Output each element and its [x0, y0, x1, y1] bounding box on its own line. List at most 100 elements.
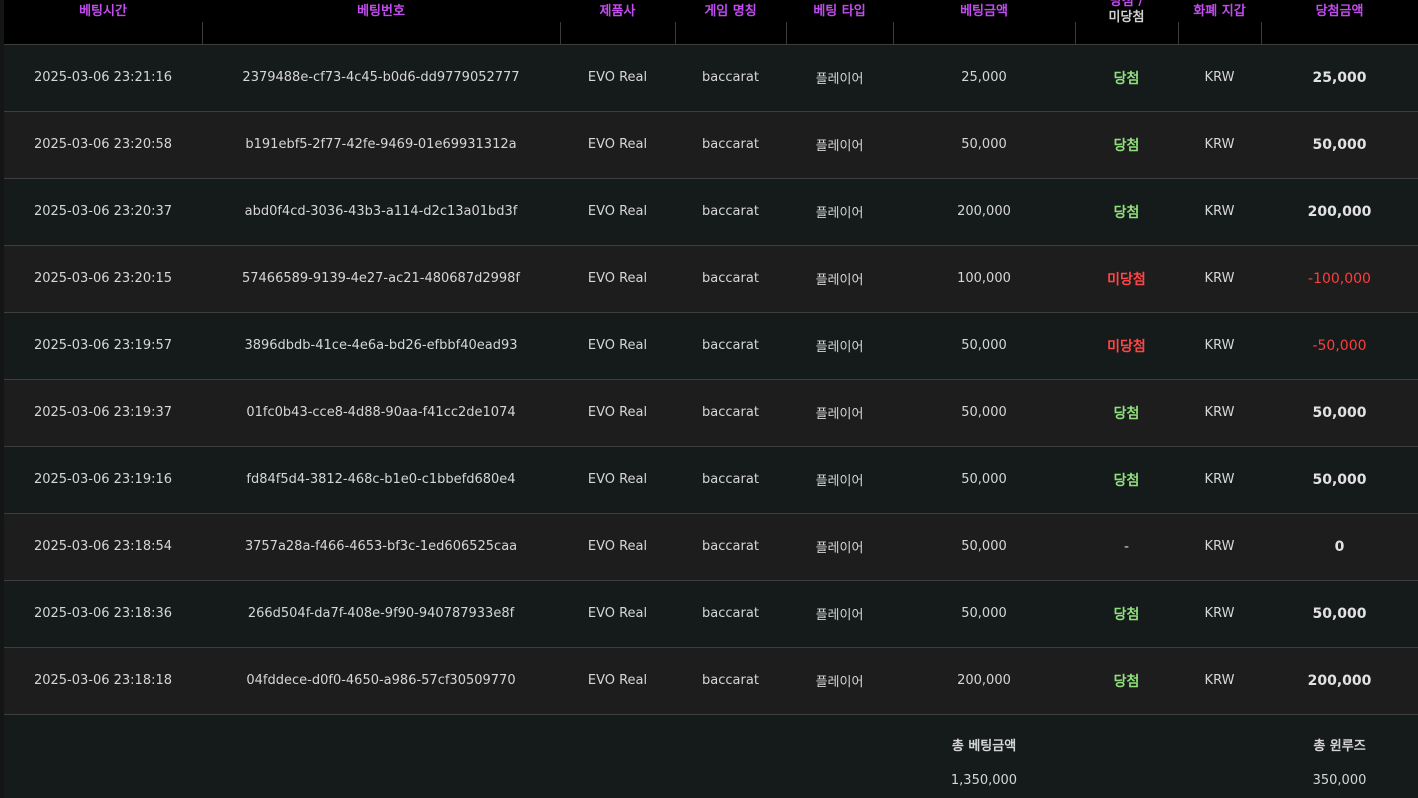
table-row[interactable]: 2025-03-06 23:20:15 57466589-9139-4e27-ac…: [4, 245, 1418, 312]
bet-id-cell: 2379488e-cf73-4c45-b0d6-dd9779052777: [242, 70, 520, 85]
result-cell: 당첨: [1113, 204, 1140, 221]
game-name-cell: baccarat: [702, 472, 759, 487]
table-row[interactable]: 2025-03-06 23:18:36 266d504f-da7f-408e-9f…: [4, 580, 1418, 647]
currency-cell: KRW: [1204, 204, 1235, 219]
table-row[interactable]: 2025-03-06 23:19:37 01fc0b43-cce8-4d88-90…: [4, 379, 1418, 446]
currency-cell: KRW: [1204, 673, 1235, 689]
bet-id-cell: 01fc0b43-cce8-4d88-90aa-f41cc2de1074: [246, 405, 516, 420]
currency-cell: KRW: [1204, 70, 1235, 85]
total-bet-label: 총 베팅금액: [951, 739, 1017, 754]
bet-amount-cell: 200,000: [957, 673, 1011, 689]
bet-time-cell: 2025-03-06 23:19:37: [33, 405, 173, 420]
result-cell: 당첨: [1113, 70, 1140, 87]
currency-cell: KRW: [1204, 472, 1235, 487]
currency-cell: KRW: [1204, 271, 1235, 286]
result-cell: 당첨: [1113, 137, 1140, 154]
header-bet-amount[interactable]: 베팅금액: [893, 0, 1075, 44]
total-bet-value: 1,350,000: [950, 773, 1018, 788]
table-row[interactable]: 2025-03-06 23:20:37 abd0f4cd-3036-43b3-a1…: [4, 178, 1418, 245]
bet-type-cell: 플레이어: [815, 407, 864, 422]
bet-type-cell: 플레이어: [815, 608, 864, 623]
provider-cell: EVO Real: [587, 204, 648, 219]
currency-cell: KRW: [1204, 606, 1235, 621]
provider-cell: EVO Real: [587, 673, 648, 689]
win-amount-cell: 50,000: [1312, 404, 1367, 421]
bet-type-cell: 플레이어: [815, 273, 864, 288]
provider-cell: EVO Real: [587, 271, 648, 286]
table-row[interactable]: 2025-03-06 23:19:16 fd84f5d4-3812-468c-b1…: [4, 446, 1418, 513]
provider-cell: EVO Real: [587, 539, 648, 554]
bet-id-cell: 04fddece-d0f0-4650-a986-57cf30509770: [246, 673, 516, 689]
header-game-name[interactable]: 게임 명칭: [675, 0, 786, 44]
win-amount-cell: 50,000: [1312, 471, 1367, 488]
provider-cell: EVO Real: [587, 472, 648, 487]
bet-type-cell: 플레이어: [815, 72, 864, 87]
game-name-cell: baccarat: [702, 539, 759, 554]
header-currency-wallet[interactable]: 화폐 지갑: [1178, 0, 1261, 44]
header-bet-id[interactable]: 베팅번호: [202, 0, 560, 44]
bet-id-cell: fd84f5d4-3812-468c-b1e0-c1bbefd680e4: [246, 472, 516, 487]
result-cell: -: [1123, 538, 1130, 555]
bet-time-cell: 2025-03-06 23:19:16: [33, 472, 173, 487]
game-name-cell: baccarat: [702, 70, 759, 85]
bet-type-cell: 플레이어: [815, 474, 864, 489]
bet-id-cell: b191ebf5-2f77-42fe-9469-01e69931312a: [245, 137, 517, 152]
bet-amount-cell: 200,000: [957, 204, 1011, 219]
bet-time-cell: 2025-03-06 23:20:58: [33, 137, 173, 152]
table-body: 2025-03-06 23:21:16 2379488e-cf73-4c45-b0…: [4, 44, 1418, 714]
bet-id-cell: abd0f4cd-3036-43b3-a114-d2c13a01bd3f: [244, 204, 518, 219]
currency-cell: KRW: [1204, 137, 1235, 152]
bet-time-cell: 2025-03-06 23:18:36: [33, 606, 173, 621]
bet-type-cell: 플레이어: [815, 139, 864, 154]
bet-amount-cell: 50,000: [961, 606, 1007, 621]
bet-id-cell: 57466589-9139-4e27-ac21-480687d2998f: [241, 271, 521, 286]
bet-type-cell: 플레이어: [815, 206, 864, 221]
header-provider[interactable]: 제품사: [560, 0, 675, 44]
bet-time-cell: 2025-03-06 23:21:16: [33, 70, 173, 85]
provider-cell: EVO Real: [587, 137, 648, 152]
result-cell: 미당첨: [1107, 271, 1146, 288]
bet-time-cell: 2025-03-06 23:19:57: [33, 338, 173, 353]
header-bet-type[interactable]: 베팅 타입: [786, 0, 893, 44]
win-amount-cell: 50,000: [1312, 605, 1367, 622]
table-footer-totals: 총 베팅금액 1,350,000 총 윈루즈 350,000: [4, 714, 1418, 798]
bet-id-cell: 3757a28a-f466-4653-bf3c-1ed606525caa: [244, 539, 518, 554]
table-row[interactable]: 2025-03-06 23:18:54 3757a28a-f466-4653-bf…: [4, 513, 1418, 580]
table-row[interactable]: 2025-03-06 23:18:18 04fddece-d0f0-4650-a9…: [4, 647, 1418, 714]
result-cell: 당첨: [1113, 472, 1140, 489]
header-win-amount[interactable]: 당첨금액: [1261, 0, 1418, 44]
win-amount-cell: 50,000: [1312, 136, 1367, 153]
bet-time-cell: 2025-03-06 23:20:15: [33, 271, 173, 286]
bet-amount-cell: 50,000: [961, 472, 1007, 487]
table-row[interactable]: 2025-03-06 23:21:16 2379488e-cf73-4c45-b0…: [4, 44, 1418, 111]
win-amount-cell: 200,000: [1307, 203, 1372, 220]
provider-cell: EVO Real: [587, 606, 648, 621]
bet-amount-cell: 50,000: [961, 405, 1007, 420]
game-name-cell: baccarat: [702, 405, 759, 420]
bet-type-cell: 플레이어: [815, 541, 864, 556]
bet-id-cell: 3896dbdb-41ce-4e6a-bd26-efbbf40ead93: [244, 338, 518, 353]
provider-cell: EVO Real: [587, 70, 648, 85]
game-name-cell: baccarat: [702, 606, 759, 621]
header-result[interactable]: 당첨 / 미당첨: [1075, 0, 1178, 44]
game-name-cell: baccarat: [702, 271, 759, 286]
total-winloss-label: 총 윈루즈: [1313, 739, 1366, 754]
provider-cell: EVO Real: [587, 338, 648, 353]
bet-amount-cell: 25,000: [961, 70, 1007, 85]
bet-id-cell: 266d504f-da7f-408e-9f90-940787933e8f: [247, 606, 515, 621]
currency-cell: KRW: [1204, 539, 1235, 554]
header-bet-time[interactable]: 베팅시간: [4, 0, 202, 44]
game-name-cell: baccarat: [702, 338, 759, 353]
table-row[interactable]: 2025-03-06 23:19:57 3896dbdb-41ce-4e6a-bd…: [4, 312, 1418, 379]
provider-cell: EVO Real: [587, 405, 648, 420]
bet-type-cell: 플레이어: [815, 675, 864, 691]
bet-amount-cell: 50,000: [961, 539, 1007, 554]
table-header-row: 베팅시간 베팅번호 제품사 게임 명칭 베팅 타입 베팅금액 당첨 / 미당첨 화…: [4, 0, 1418, 44]
currency-cell: KRW: [1204, 338, 1235, 353]
table-row[interactable]: 2025-03-06 23:20:58 b191ebf5-2f77-42fe-94…: [4, 111, 1418, 178]
win-amount-cell: -100,000: [1308, 270, 1371, 287]
win-amount-cell: 25,000: [1312, 69, 1367, 86]
bet-type-cell: 플레이어: [815, 340, 864, 355]
result-cell: 당첨: [1113, 606, 1140, 623]
bet-amount-cell: 50,000: [961, 338, 1007, 353]
